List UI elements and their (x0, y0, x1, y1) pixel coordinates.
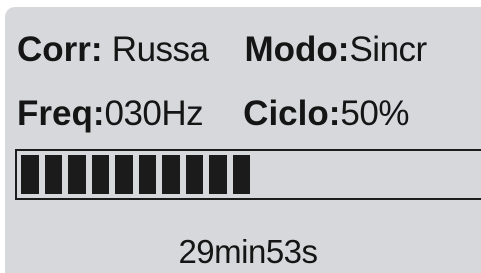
progress-segment (185, 155, 203, 194)
progress-segment (68, 155, 86, 194)
progress-segment (91, 155, 109, 194)
corr-label: Corr: (17, 30, 103, 69)
timer-remaining: 29min53s (178, 233, 318, 270)
progress-segment (162, 155, 180, 194)
modo-value: Sincr (349, 30, 427, 69)
ciclo-value: 50% (340, 94, 409, 133)
progress-segment (21, 155, 39, 194)
modo-label: Modo: (244, 30, 350, 69)
progress-segment (138, 155, 156, 194)
progress-segments (21, 155, 481, 194)
progress-segment (44, 155, 62, 194)
progress-segment (115, 155, 133, 194)
corr-value: Russa (102, 30, 209, 69)
freq-label: Freq: (17, 94, 105, 133)
progress-segment (209, 155, 227, 194)
progress-segment (232, 155, 250, 194)
progress-bar (15, 149, 481, 200)
status-row-current-mode: Corr: Russa Modo:Sincr (17, 30, 427, 70)
status-row-frequency-cycle: Freq:030Hz Ciclo:50% (17, 94, 409, 134)
lcd-display: Corr: Russa Modo:Sincr Freq:030Hz Ciclo:50… (5, 7, 481, 273)
ciclo-label: Ciclo: (243, 94, 341, 133)
freq-value: 030Hz (104, 94, 204, 133)
